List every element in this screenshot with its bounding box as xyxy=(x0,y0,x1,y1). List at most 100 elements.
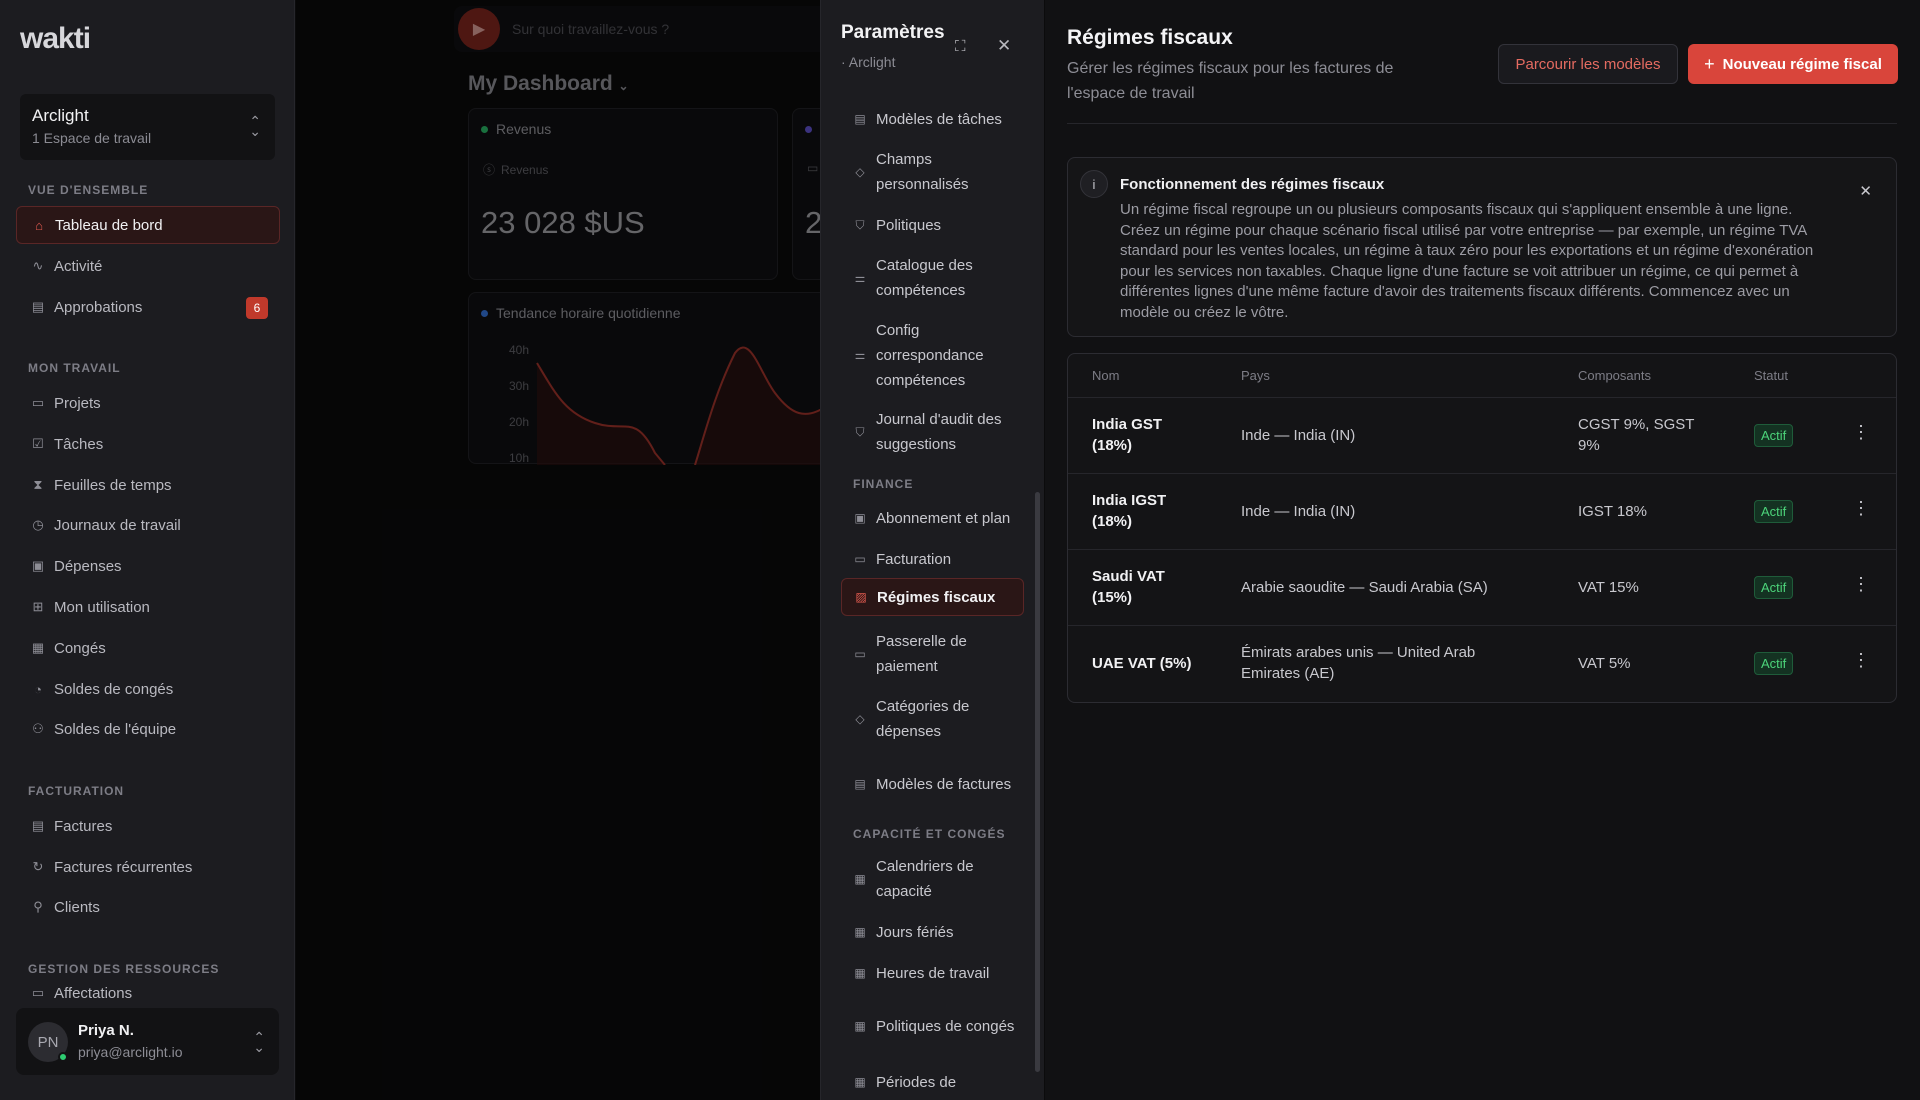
sidebar-item-label: Affectations xyxy=(54,985,133,1002)
wallet-icon: ▣ xyxy=(854,510,866,525)
close-icon[interactable]: ✕ xyxy=(997,36,1011,56)
users-icon: ⚇ xyxy=(32,721,44,736)
settings-item-task-templates[interactable]: ▤ Modèles de tâches xyxy=(841,104,1024,134)
pie-icon: ◔ xyxy=(34,681,42,697)
sidebar-item-clients[interactable]: ⚲ Clients xyxy=(16,888,280,926)
section-resources: GESTION DES RESSOURCES xyxy=(28,962,220,976)
regime-country: Arabie saoudite — Saudi Arabia (SA) xyxy=(1241,579,1488,596)
settings-nav: Paramètres · Arclight ⛶ ✕ ▤ Modèles de tâ… xyxy=(820,0,1044,1100)
sidebar-item-label: Clients xyxy=(54,898,100,916)
regime-name: India IGST (18%) xyxy=(1092,492,1167,530)
more-vertical-icon[interactable]: ⋮ xyxy=(1852,498,1870,519)
status-badge: Actif xyxy=(1754,576,1794,599)
regime-components: CGST 9%, SGST 9% xyxy=(1578,416,1695,454)
app-sidebar: wakti Arclight 1 Espace de travail ⌃ ⌄ VU… xyxy=(0,0,295,1100)
settings-item-skills-catalog[interactable]: ⚌ Catalogue des compétences xyxy=(841,252,1024,304)
settings-item-capacity-calendars[interactable]: ▦ Calendriers de capacité xyxy=(841,853,1024,905)
new-tax-regime-button[interactable]: + Nouveau régime fiscal xyxy=(1688,44,1898,84)
new-tax-regime-label: Nouveau régime fiscal xyxy=(1722,55,1882,73)
info-title: Fonctionnement des régimes fiscaux xyxy=(1120,176,1385,193)
sidebar-item-timesheets[interactable]: ⧗ Feuilles de temps xyxy=(16,466,280,504)
section-billing: FACTURATION xyxy=(28,784,125,798)
expand-icon[interactable]: ⛶ xyxy=(955,38,966,55)
close-icon[interactable]: ✕ xyxy=(1859,182,1872,200)
sidebar-item-approvals[interactable]: ▤ Approbations 6 xyxy=(16,288,280,326)
divider xyxy=(1067,123,1897,124)
settings-item-billing[interactable]: ▭ Facturation xyxy=(841,544,1024,574)
settings-item-leave-policies[interactable]: ▦ Politiques de congés xyxy=(841,1000,1024,1052)
modal-backdrop[interactable] xyxy=(296,0,820,1100)
more-vertical-icon[interactable]: ⋮ xyxy=(1852,574,1870,595)
sidebar-item-utilization[interactable]: ⊞ Mon utilisation xyxy=(16,588,280,626)
sidebar-item-label: Soldes de l'équipe xyxy=(54,720,177,738)
table-row[interactable]: Saudi VAT (15%) Arabie saoudite — Saudi … xyxy=(1068,549,1896,625)
regime-name: Saudi VAT (15%) xyxy=(1092,568,1165,606)
section-my-work: MON TRAVAIL xyxy=(28,361,121,375)
calendar-icon: ▦ xyxy=(854,871,866,886)
user-name: Priya N. xyxy=(78,1022,134,1039)
sidebar-item-invoices[interactable]: ▤ Factures xyxy=(16,807,280,845)
sidebar-item-leave[interactable]: ▦ Congés xyxy=(16,629,280,667)
sidebar-item-dashboard[interactable]: ⌂ Tableau de bord xyxy=(16,206,280,244)
page-description: Gérer les régimes fiscaux pour les factu… xyxy=(1067,60,1394,102)
user-menu[interactable]: PN Priya N. priya@arclight.io ⌃ ⌄ xyxy=(16,1008,279,1075)
settings-item-leave-periods[interactable]: ▦ Périodes de xyxy=(841,1066,1024,1100)
activity-icon: ∿ xyxy=(32,258,44,273)
settings-item-holidays[interactable]: ▦ Jours fériés xyxy=(841,917,1024,947)
sidebar-item-team-balances[interactable]: ⚇ Soldes de l'équipe xyxy=(16,710,280,748)
workspace-switcher[interactable]: Arclight 1 Espace de travail ⌃ ⌄ xyxy=(20,94,275,160)
sidebar-item-label: Dépenses xyxy=(54,557,122,575)
sidebar-item-label: Tableau de bord xyxy=(55,216,163,234)
sidebar-item-label: Congés xyxy=(54,639,106,657)
settings-item-payment-gateway[interactable]: ▭ Passerelle de paiement xyxy=(841,628,1024,680)
settings-item-policies[interactable]: ⛉ Politiques xyxy=(841,210,1024,240)
calendar-icon: ▦ xyxy=(854,1075,866,1089)
settings-item-tax-regimes[interactable]: ▨ Régimes fiscaux xyxy=(841,578,1024,616)
sidebar-item-label: Journaux de travail xyxy=(54,516,181,534)
table-row[interactable]: India IGST (18%) Inde — India (IN) IGST … xyxy=(1068,473,1896,549)
sidebar-item-expenses[interactable]: ▣ Dépenses xyxy=(16,547,280,585)
table-row[interactable]: India GST (18%) Inde — India (IN) CGST 9… xyxy=(1068,397,1896,473)
refresh-icon: ↻ xyxy=(32,859,44,874)
table-row[interactable]: UAE VAT (5%) Émirats arabes unis — Unite… xyxy=(1068,625,1896,701)
settings-item-skills-matching[interactable]: ⚌ Config correspondance compétences xyxy=(841,317,1024,393)
user-icon: ⚲ xyxy=(33,899,43,914)
settings-scrollbar[interactable] xyxy=(1035,492,1040,1072)
calendar-icon: ▦ xyxy=(31,640,45,655)
section-overview: VUE D'ENSEMBLE xyxy=(28,183,149,197)
sidebar-item-projects[interactable]: ▭ Projets xyxy=(16,384,280,422)
clock-icon: ◷ xyxy=(32,517,44,532)
sidebar-item-recurring-invoices[interactable]: ↻ Factures récurrentes xyxy=(16,848,280,886)
approvals-count-badge: 6 xyxy=(246,297,268,319)
home-icon: ⌂ xyxy=(35,217,43,233)
column-header-country: Pays xyxy=(1241,368,1270,383)
settings-item-subscription[interactable]: ▣ Abonnement et plan xyxy=(841,503,1024,533)
more-vertical-icon[interactable]: ⋮ xyxy=(1852,422,1870,443)
sliders-icon: ⚌ xyxy=(854,270,866,285)
app-logo[interactable]: wakti xyxy=(20,22,91,56)
browse-templates-button[interactable]: Parcourir les modèles xyxy=(1498,44,1678,84)
settings-item-working-hours[interactable]: ▦ Heures de travail xyxy=(841,958,1024,988)
sidebar-item-assignments[interactable]: ▭ Affectations xyxy=(16,985,280,1007)
settings-item-custom-fields[interactable]: ◇ Champs personnalisés xyxy=(841,146,1024,198)
sidebar-item-worklogs[interactable]: ◷ Journaux de travail xyxy=(16,506,280,544)
tax-regimes-page: Régimes fiscaux Gérer les régimes fiscau… xyxy=(1045,0,1920,1100)
settings-item-invoice-templates[interactable]: ▤ Modèles de factures xyxy=(841,758,1024,810)
info-body: Un régime fiscal regroupe un ou plusieur… xyxy=(1120,201,1814,321)
sidebar-item-label: Factures récurrentes xyxy=(54,858,193,876)
document-icon: ▤ xyxy=(854,776,866,791)
workspace-name: Arclight xyxy=(32,106,89,125)
sidebar-item-tasks[interactable]: ☑ Tâches xyxy=(16,425,280,463)
settings-item-suggestions-audit[interactable]: ⛉ Journal d'audit des suggestions xyxy=(841,406,1024,458)
sidebar-item-leave-balances[interactable]: ◔ Soldes de congés xyxy=(16,670,280,708)
chevron-updown-icon: ⌃ ⌄ xyxy=(253,1029,265,1055)
tag-icon: ◇ xyxy=(855,711,865,726)
tasks-icon: ☑ xyxy=(32,436,44,451)
sidebar-item-label: Tâches xyxy=(54,435,104,453)
sidebar-item-activity[interactable]: ∿ Activité xyxy=(16,247,280,285)
sliders-icon: ⚌ xyxy=(854,347,866,362)
more-vertical-icon[interactable]: ⋮ xyxy=(1852,650,1870,671)
user-email: priya@arclight.io xyxy=(78,1044,183,1060)
settings-item-expense-categories[interactable]: ◇ Catégories de dépenses xyxy=(841,693,1024,745)
calendar-icon: ▦ xyxy=(854,965,866,980)
